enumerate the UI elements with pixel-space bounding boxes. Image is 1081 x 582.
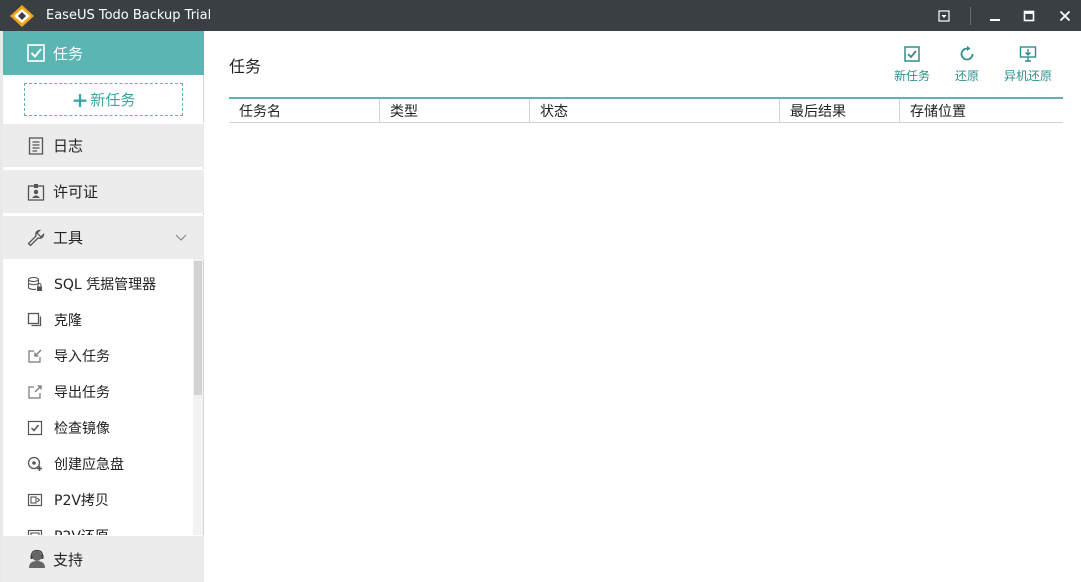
wrench-icon [27, 229, 45, 246]
toolbar-restore-button[interactable]: 还原 [955, 45, 979, 84]
tools-scrollbar[interactable] [193, 259, 203, 535]
column-header-storage-location[interactable]: 存储位置 [899, 99, 1063, 123]
scrollbar-thumb[interactable] [194, 261, 202, 395]
window-title: EaseUS Todo Backup Trial [46, 8, 212, 23]
sidebar-item-log[interactable]: 日志 [3, 123, 204, 167]
tool-item-clone[interactable]: 克隆 [3, 302, 192, 338]
sidebar-item-label: 许可证 [53, 183, 99, 201]
tool-item-label: 导入任务 [54, 349, 110, 365]
maximize-icon [1023, 10, 1035, 21]
tool-item-check-image[interactable]: 检查镜像 [3, 410, 192, 446]
toolbar-remote-restore-label: 异机还原 [1004, 69, 1053, 83]
column-header-type[interactable]: 类型 [379, 99, 529, 123]
sidebar-item-label: 任务 [53, 44, 84, 63]
tool-item-label: 创建应急盘 [54, 457, 124, 473]
window-menu-button[interactable] [928, 0, 960, 31]
remote-restore-icon [1019, 46, 1037, 62]
tool-item-export-task[interactable]: 导出任务 [3, 374, 192, 410]
new-task-label: 新任务 [90, 91, 136, 109]
tools-list: SQL 凭据管理器 克隆 导入任务 导出任务 检查镜像 创建应急盘 P2V拷贝 [3, 259, 192, 535]
table-header: 任务名 类型 状态 最后结果 存储位置 [229, 97, 1063, 123]
close-button[interactable] [1049, 0, 1081, 31]
export-icon [28, 385, 42, 399]
sidebar-item-tools[interactable]: 工具 [3, 215, 204, 259]
toolbar-remote-restore-button[interactable]: 异机还原 [1004, 45, 1052, 84]
title-bar: EaseUS Todo Backup Trial [0, 0, 1081, 31]
tool-item-sql-credentials[interactable]: SQL 凭据管理器 [3, 266, 192, 302]
sidebar-item-label: 工具 [53, 229, 84, 247]
column-header-last-result[interactable]: 最后结果 [779, 99, 899, 123]
column-header-task-name[interactable]: 任务名 [229, 99, 379, 123]
tool-item-label: SQL 凭据管理器 [54, 277, 157, 293]
import-icon [28, 349, 42, 363]
p2v-copy-icon [27, 493, 43, 507]
checkbox-icon [27, 44, 45, 62]
support-icon [29, 549, 45, 568]
sidebar-item-support[interactable]: 支持 [3, 536, 204, 582]
minimize-button[interactable] [979, 0, 1011, 31]
title-separator [970, 7, 971, 25]
column-header-status[interactable]: 状态 [529, 99, 779, 123]
sidebar: 任务 + 新任务 日志 许可证 工具 SQL 凭据管理器 克隆 导入任务 导出任… [3, 31, 204, 582]
tool-item-import-task[interactable]: 导入任务 [3, 338, 192, 374]
sidebar-item-label: 支持 [53, 550, 84, 569]
database-lock-icon [27, 276, 42, 291]
log-icon [28, 136, 44, 155]
check-image-icon [27, 420, 43, 436]
sidebar-item-license[interactable]: 许可证 [3, 169, 204, 213]
maximize-button[interactable] [1013, 0, 1045, 31]
license-icon [27, 183, 45, 201]
toolbar-new-task-button[interactable]: 新任务 [894, 45, 930, 84]
page-title: 任务 [229, 57, 262, 76]
close-icon [1059, 10, 1071, 21]
tool-item-label: 检查镜像 [54, 421, 110, 437]
task-table: 任务名 类型 状态 最后结果 存储位置 [229, 97, 1063, 123]
clone-icon [27, 312, 42, 327]
tool-item-p2v-copy[interactable]: P2V拷贝 [3, 482, 192, 518]
tool-item-label: 克隆 [54, 313, 82, 329]
main-panel: 任务 新任务 还原 异机还原 任务名 类型 状态 最后结果 存储位置 [205, 31, 1081, 582]
p2v-restore-icon [27, 529, 43, 535]
new-task-icon [904, 46, 920, 62]
emergency-disk-icon [27, 456, 42, 471]
chevron-down-icon[interactable] [174, 230, 188, 244]
tool-item-label: P2V拷贝 [54, 493, 109, 509]
minimize-icon [990, 18, 1000, 21]
sidebar-item-label: 日志 [53, 137, 84, 155]
tool-item-emergency-disk[interactable]: 创建应急盘 [3, 446, 192, 482]
dropdown-box-icon [938, 9, 950, 22]
toolbar-restore-label: 还原 [955, 69, 980, 83]
toolbar-new-task-label: 新任务 [894, 69, 931, 83]
sidebar-item-tasks[interactable]: 任务 [3, 31, 204, 75]
easeus-logo-icon [10, 5, 34, 27]
new-task-button[interactable]: + 新任务 [24, 83, 183, 116]
tool-item-p2v-restore[interactable]: P2V还原 [3, 518, 192, 535]
restore-icon [960, 46, 974, 61]
tool-item-label: P2V还原 [54, 526, 109, 535]
tool-item-label: 导出任务 [54, 385, 110, 401]
plus-icon: + [71, 87, 89, 112]
